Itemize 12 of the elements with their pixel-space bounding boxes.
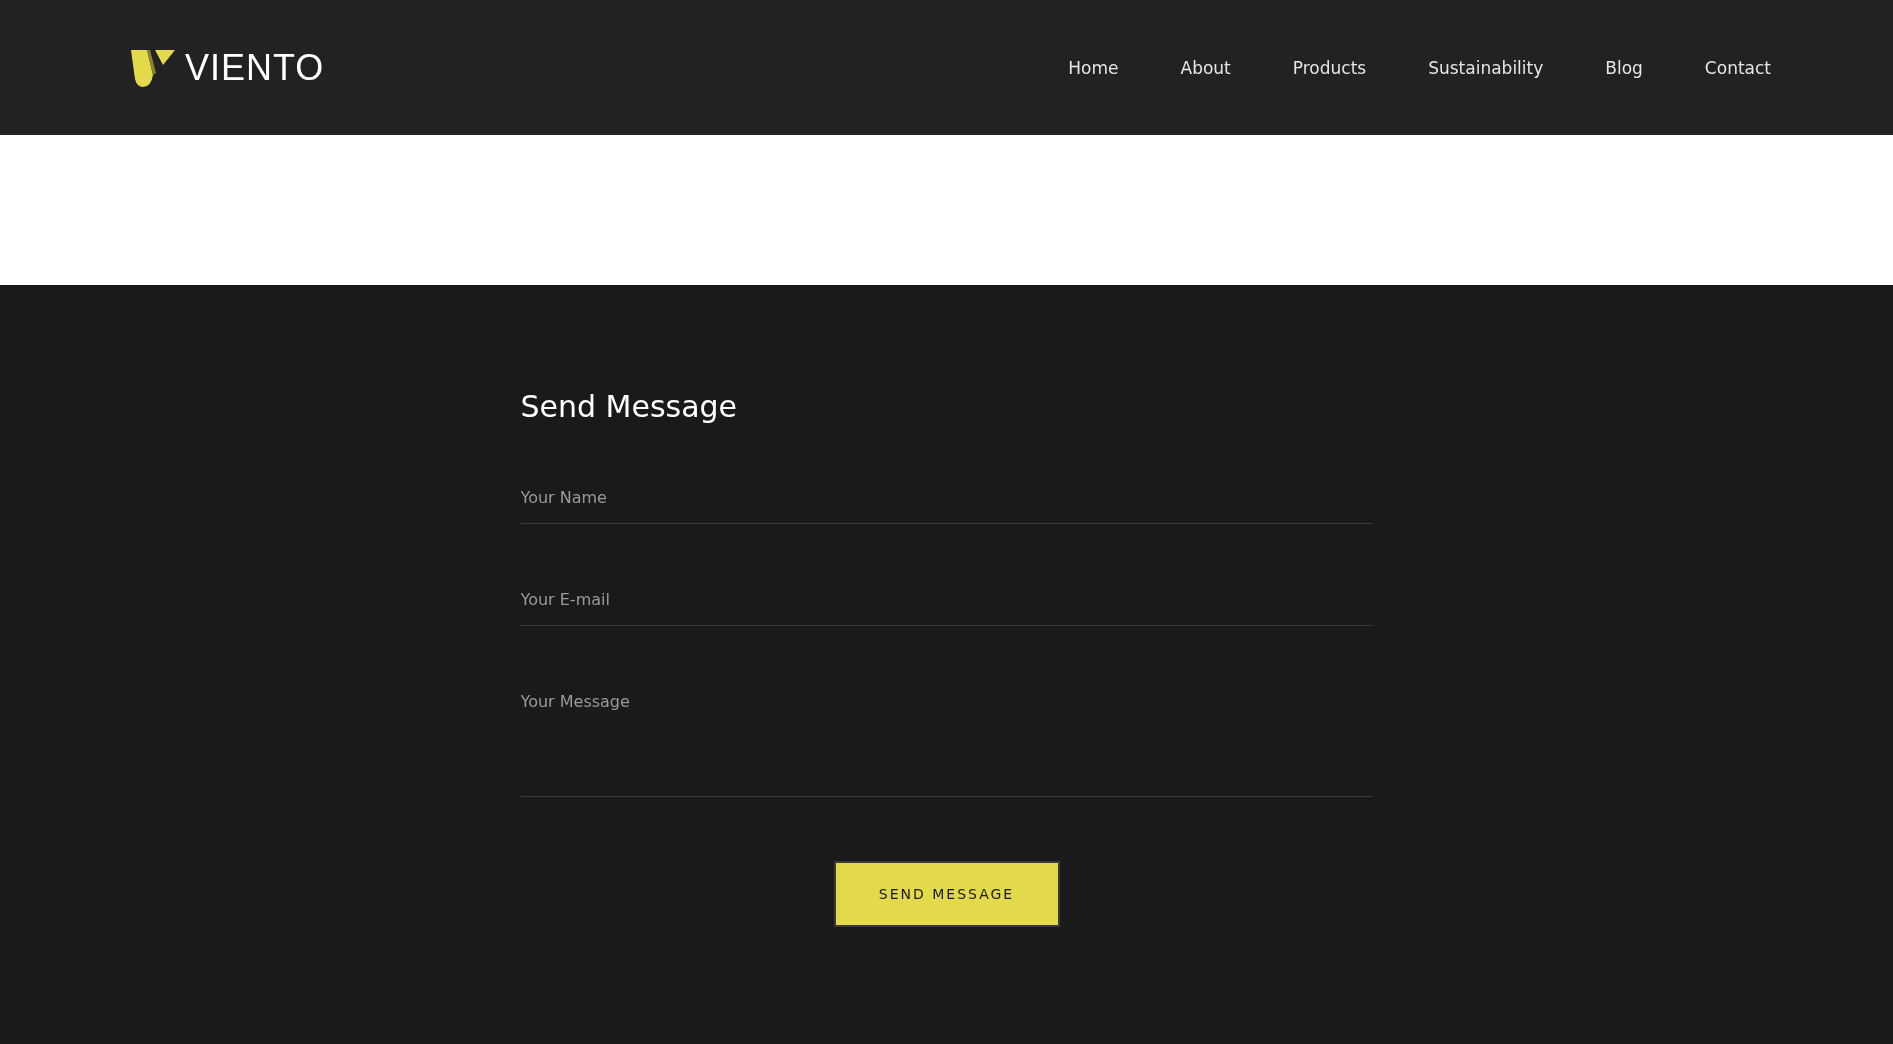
nav-link[interactable]: Sustainability [1397,57,1575,78]
nav-link[interactable]: Products [1261,57,1398,78]
nav-link[interactable]: Home [1037,57,1150,78]
nav-link[interactable]: About [1149,57,1262,78]
send-button[interactable]: SEND MESSAGE [833,861,1060,927]
input-field[interactable]: Your Name [520,480,1373,524]
nav-link[interactable]: Blog [1574,57,1674,78]
message-field[interactable]: Your Message [520,684,1373,797]
input-field[interactable]: Your E-mail [520,582,1373,626]
form-title: Send Message [520,389,739,424]
logo-text: VIENTO [185,46,325,89]
nav-link[interactable]: Contact [1673,57,1771,78]
